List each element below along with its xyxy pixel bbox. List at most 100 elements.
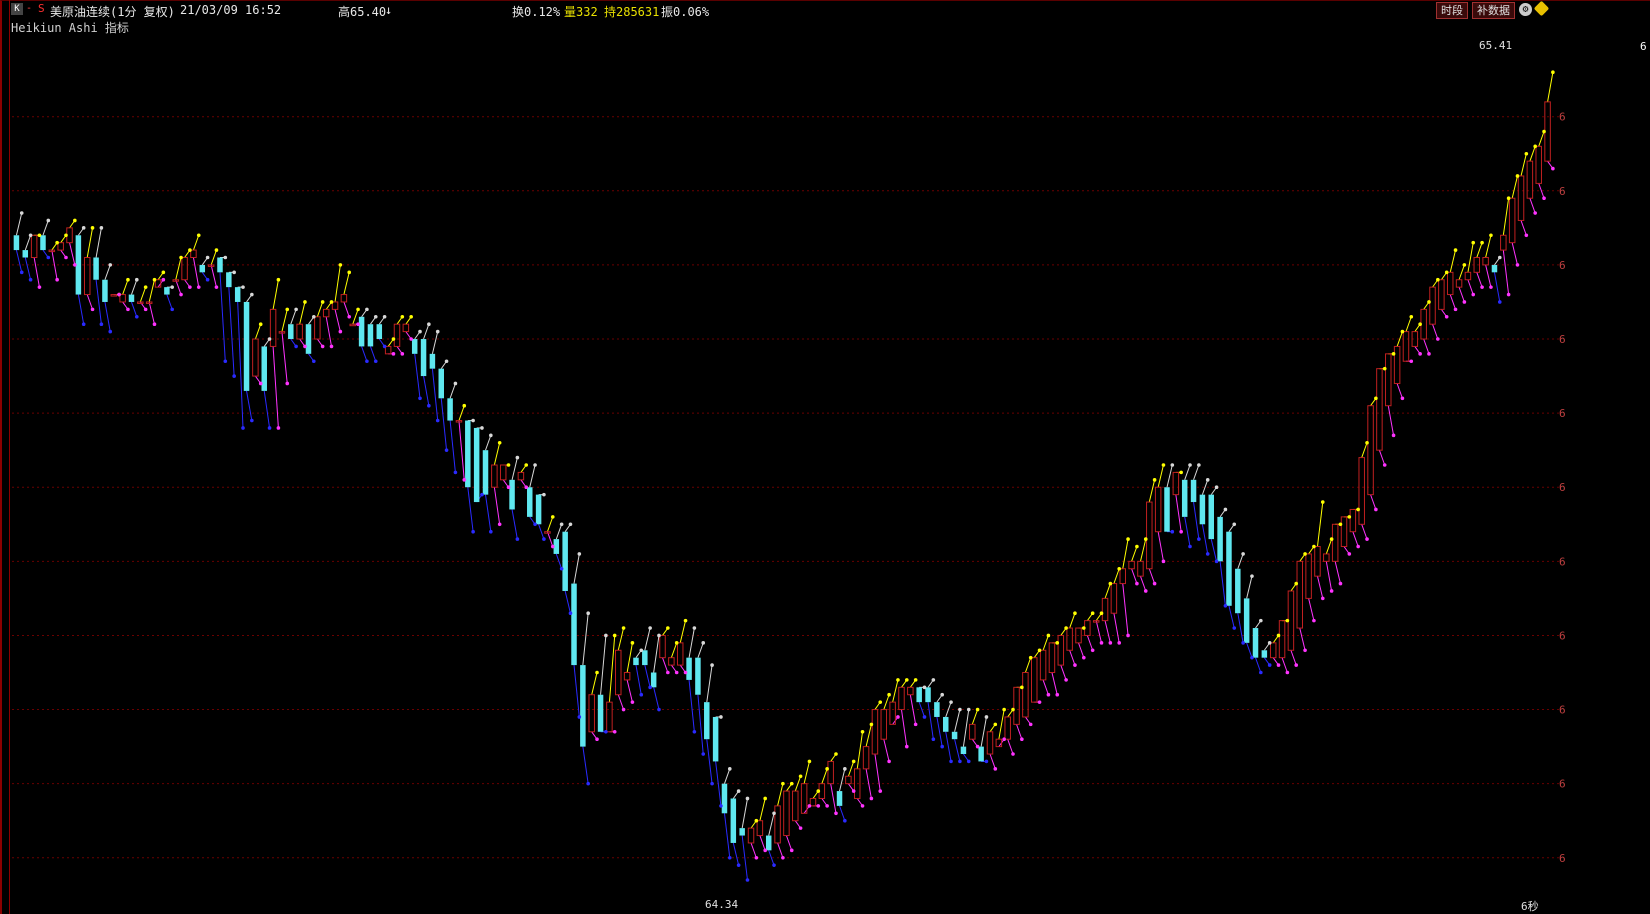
up-candle <box>1269 642 1277 659</box>
low-link <box>830 783 837 814</box>
down-candle <box>1235 568 1241 614</box>
up-candle <box>1367 405 1374 496</box>
high-dot <box>1285 618 1290 623</box>
high-dot <box>64 233 68 238</box>
low-dot <box>1135 581 1139 586</box>
high-dot <box>1082 626 1086 630</box>
high-dot <box>922 685 927 690</box>
up-candle <box>1101 597 1109 622</box>
high-link <box>688 627 695 658</box>
high-link <box>24 235 32 251</box>
down-candle <box>40 235 46 251</box>
high-dot <box>878 700 883 704</box>
low-dot <box>966 759 971 764</box>
high-dot <box>400 314 405 319</box>
up-candle <box>606 701 613 733</box>
high-dot <box>887 692 891 697</box>
low-dot <box>1356 544 1360 549</box>
high-dot <box>152 277 157 282</box>
high-link <box>794 776 802 792</box>
high-dot <box>1232 522 1237 527</box>
high-dot <box>444 359 449 364</box>
low-dot <box>382 344 387 349</box>
low-dot <box>1241 641 1245 645</box>
low-link <box>15 249 23 273</box>
high-link <box>192 235 200 251</box>
high-dot <box>825 767 829 771</box>
low-link <box>1131 568 1138 584</box>
low-dot <box>1427 352 1431 356</box>
low-dot <box>1506 292 1511 297</box>
low-link <box>228 287 235 377</box>
low-dot <box>984 759 989 764</box>
down-candle <box>1190 479 1197 503</box>
high-dot <box>966 707 971 712</box>
down-candle <box>482 450 489 495</box>
high-dot <box>232 270 236 275</box>
low-dot <box>772 863 776 867</box>
low-link <box>1485 264 1492 288</box>
low-dot <box>480 492 484 497</box>
high-dot <box>595 670 599 675</box>
low-dot <box>657 707 661 712</box>
high-dot <box>453 381 458 386</box>
low-dot <box>674 670 679 675</box>
high-dot <box>533 463 537 467</box>
low-dot <box>143 307 148 312</box>
high-dot <box>1276 633 1281 638</box>
high-dot <box>781 781 785 786</box>
down-candle <box>934 702 940 717</box>
y-tick-label: 6 <box>1559 555 1566 568</box>
low-dot <box>816 804 821 808</box>
high-link <box>1166 464 1173 488</box>
min-price-label: 64.34 <box>705 898 739 911</box>
low-link <box>697 694 704 755</box>
high-dot <box>1382 366 1387 371</box>
down-candle <box>765 835 772 851</box>
low-dot <box>276 426 281 430</box>
low-dot <box>1471 292 1476 297</box>
up-candle <box>181 257 188 281</box>
high-link <box>493 442 501 466</box>
low-dot <box>692 729 697 734</box>
low-dot <box>232 374 236 378</box>
low-link <box>1246 642 1253 658</box>
low-dot <box>949 759 953 764</box>
low-dot <box>1294 663 1299 667</box>
high-dot <box>550 515 555 519</box>
high-link <box>670 642 678 658</box>
low-dot <box>205 277 210 282</box>
low-dot <box>489 529 493 534</box>
low-dot <box>117 292 121 297</box>
high-dot <box>312 314 316 319</box>
low-dot <box>1551 166 1555 171</box>
high-link <box>821 768 828 784</box>
low-link <box>281 331 288 384</box>
down-candle <box>128 294 135 302</box>
high-dot <box>28 233 33 238</box>
high-dot <box>639 648 644 653</box>
low-link <box>1520 220 1527 236</box>
up-candle <box>1385 353 1392 407</box>
high-link <box>573 553 580 584</box>
high-dot <box>710 663 714 667</box>
low-dot <box>250 418 254 423</box>
high-dot <box>276 277 281 282</box>
low-link <box>1016 724 1023 740</box>
low-dot <box>533 522 537 527</box>
down-candle <box>978 746 984 762</box>
low-link <box>865 768 872 799</box>
high-link <box>1193 464 1200 480</box>
high-link <box>175 257 182 280</box>
low-dot <box>860 804 865 808</box>
up-candle <box>1146 501 1153 570</box>
down-candle <box>288 324 294 340</box>
low-dot <box>789 848 794 853</box>
low-dot <box>913 722 918 727</box>
low-link <box>954 739 961 762</box>
low-link <box>1334 561 1341 584</box>
low-dot <box>1533 211 1537 215</box>
up-candle <box>491 464 498 488</box>
low-link <box>617 694 625 710</box>
low-link <box>1316 576 1324 599</box>
